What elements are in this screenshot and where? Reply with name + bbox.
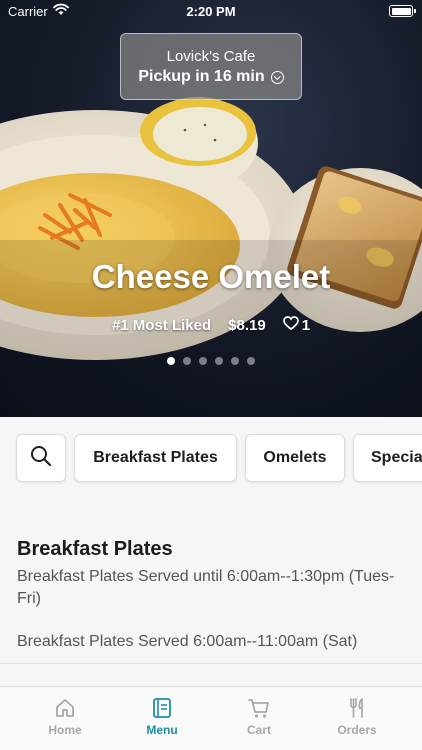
carousel-dot[interactable]: [215, 357, 223, 365]
section-title: Breakfast Plates: [17, 538, 173, 560]
carousel-dot[interactable]: [167, 357, 175, 365]
category-bar: Breakfast Plates Omelets Specia: [0, 417, 422, 499]
price-label: $8.19: [228, 316, 266, 334]
tab-menu[interactable]: Menu: [122, 697, 202, 737]
cart-icon: [219, 697, 299, 719]
tab-cart[interactable]: Cart: [219, 697, 299, 737]
carousel-dot[interactable]: [199, 357, 207, 365]
status-bar: Carrier 2:20 PM: [0, 0, 422, 24]
tab-bar: Home Menu Cart Orders: [0, 686, 422, 750]
rank-label: #1 Most Liked: [111, 316, 212, 334]
category-chip-omelets[interactable]: Omelets: [245, 434, 345, 482]
featured-dish-title: Cheese Omelet: [91, 258, 331, 295]
chevron-down-icon: [270, 70, 284, 84]
featured-dish-meta: #1 Most Liked $8.19 1: [0, 316, 422, 334]
likes[interactable]: 1: [282, 316, 311, 334]
carousel-dots[interactable]: [0, 357, 422, 365]
tab-home-label: Home: [48, 723, 82, 737]
divider: [0, 663, 422, 664]
carousel-dot[interactable]: [231, 357, 239, 365]
menu-book-icon: [122, 697, 202, 719]
pickup-selector[interactable]: Lovick's Cafe Pickup in 16 min: [120, 33, 302, 100]
tab-cart-label: Cart: [246, 723, 271, 737]
section-description: Breakfast Plates Served until 6:00am--1:…: [17, 568, 395, 607]
pickup-time: Pickup in 16 min: [121, 68, 301, 86]
search-button[interactable]: [16, 434, 66, 482]
tab-home[interactable]: Home: [25, 697, 105, 737]
carousel-dot[interactable]: [183, 357, 191, 365]
category-chip-breakfast-plates[interactable]: Breakfast Plates: [74, 434, 237, 482]
battery-icon: [389, 5, 416, 17]
section-description-sat: Breakfast Plates Served 6:00am--11:00am …: [17, 633, 358, 650]
home-icon: [25, 697, 105, 719]
likes-count: 1: [301, 316, 311, 334]
pickup-time-label: Pickup in 16 min: [138, 68, 265, 85]
carousel-dot[interactable]: [247, 357, 255, 365]
fork-knife-icon: [317, 697, 397, 719]
clock: 2:20 PM: [186, 4, 236, 19]
tab-orders-label: Orders: [337, 723, 377, 737]
tab-menu-label: Menu: [146, 723, 178, 737]
cafe-name: Lovick's Cafe: [166, 48, 256, 65]
tab-orders[interactable]: Orders: [317, 697, 397, 737]
heart-icon: [282, 316, 299, 334]
search-icon: [30, 445, 52, 472]
featured-hero[interactable]: Carrier 2:20 PM Lovick's Cafe Pickup in …: [0, 0, 422, 417]
menu-section: Breakfast Plates Breakfast Plates Served…: [0, 500, 422, 663]
category-chip-specials[interactable]: Specia: [353, 434, 422, 482]
